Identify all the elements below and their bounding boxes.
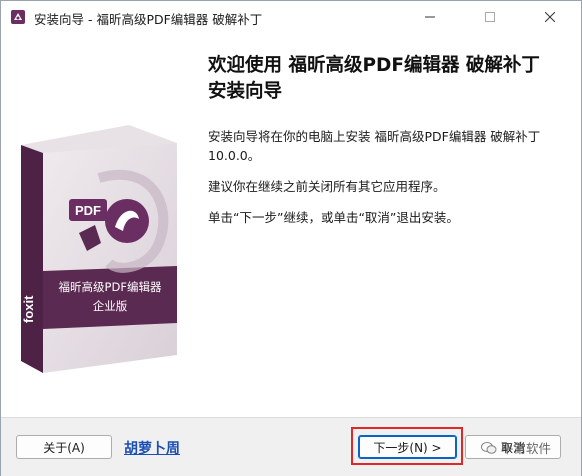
watermark: 平常软件 xyxy=(481,438,551,457)
install-description: 安装向导将在你的电脑上安装 福昕高级PDF编辑器 破解补丁 10.0.0。 xyxy=(208,129,541,163)
maximize-icon xyxy=(485,12,495,22)
next-button[interactable]: 下一步(N) > xyxy=(358,435,457,459)
close-apps-advice: 建议你在继续之前关闭所有其它应用程序。 xyxy=(208,179,446,194)
installer-window: 安装向导 - 福昕高级PDF编辑器 破解补丁 PDF foxit 福昕高级PDF… xyxy=(0,0,582,476)
about-button[interactable]: 关于(A) xyxy=(16,435,112,459)
spine-brand: foxit xyxy=(21,295,36,323)
app-icon xyxy=(11,10,25,24)
welcome-heading: 欢迎使用 福昕高级PDF编辑器 破解补丁 安装向导 xyxy=(208,55,540,102)
window-title: 安装向导 - 福昕高级PDF编辑器 破解补丁 xyxy=(34,12,263,27)
next-instructions: 单击“下一步”继续，或单击“取消”退出安装。 xyxy=(208,210,459,225)
close-icon xyxy=(545,12,555,22)
minimize-icon xyxy=(425,16,435,18)
maximize-button[interactable] xyxy=(467,1,513,33)
author-link[interactable]: 胡萝卜周 xyxy=(124,438,180,458)
close-button[interactable] xyxy=(527,1,573,33)
button-bar: 关于(A) 胡萝卜周 下一步(N) > 取消 平常软件 xyxy=(1,417,581,476)
pdf-tag-label: PDF xyxy=(75,203,101,218)
wizard-content: PDF foxit 福昕高级PDF编辑器 企业版 欢迎使用 福昕高级PDF编辑器… xyxy=(1,33,581,417)
minimize-button[interactable] xyxy=(407,1,453,33)
title-bar[interactable]: 安装向导 - 福昕高级PDF编辑器 破解补丁 xyxy=(1,1,581,33)
product-box-image: PDF foxit 福昕高级PDF编辑器 企业版 xyxy=(21,125,177,373)
wechat-icon xyxy=(481,441,497,454)
watermark-text: 平常软件 xyxy=(501,441,552,456)
box-product-name: 福昕高级PDF编辑器 xyxy=(59,280,162,294)
box-edition: 企业版 xyxy=(93,299,128,313)
